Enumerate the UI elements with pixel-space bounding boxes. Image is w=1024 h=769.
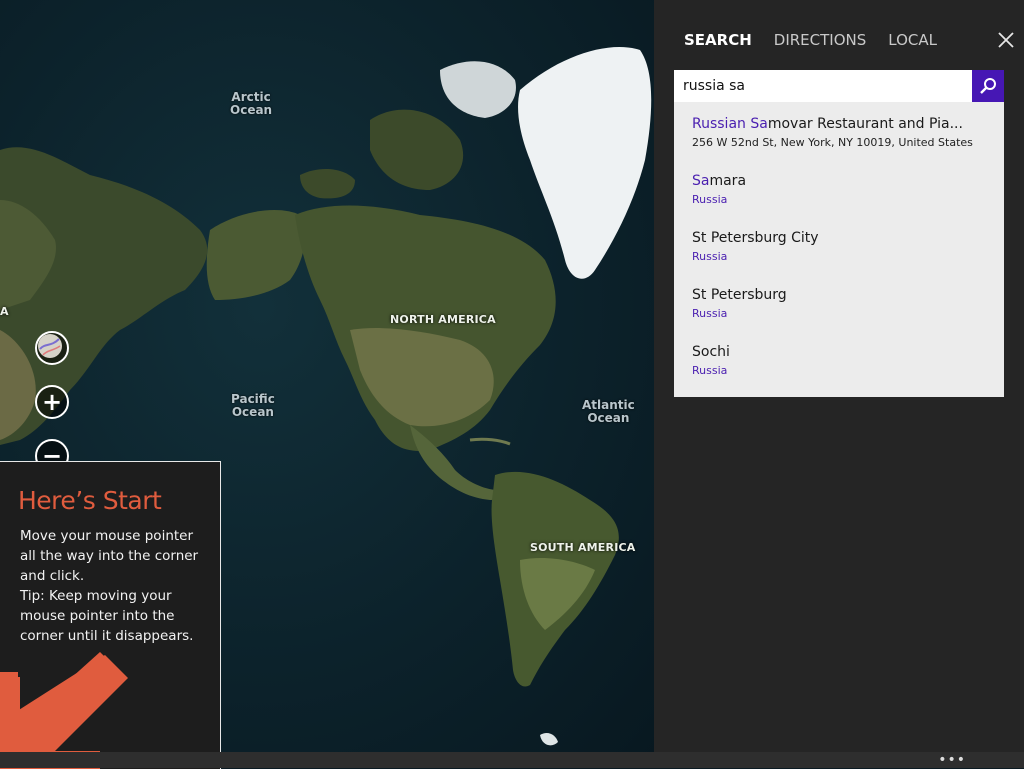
suggestion-address: 256 W 52nd St, New York, NY 10019, Unite… — [692, 136, 973, 149]
suggestion-name: Russian Samovar Restaurant and Pia... — [692, 116, 963, 132]
search-pane: SEARCH DIRECTIONS LOCAL Russian Samovar … — [654, 0, 1024, 752]
suggestion-country: Russia — [692, 307, 728, 320]
search-button[interactable] — [972, 70, 1004, 102]
suggestion-name: St Petersburg City — [692, 230, 819, 246]
app-bar — [0, 752, 1024, 768]
south-america-label: SOUTH AMERICA — [530, 541, 636, 554]
suggestion-item[interactable]: St Petersburg City Russia — [674, 224, 1004, 269]
suggestion-item[interactable]: Samara Russia — [674, 167, 1004, 212]
suggestion-country: Russia — [692, 250, 728, 263]
tab-search[interactable]: SEARCH — [684, 31, 752, 49]
arctic-ocean-label: Arctic Ocean — [230, 90, 273, 117]
pane-tabs: SEARCH DIRECTIONS LOCAL — [684, 31, 937, 49]
more-options-button[interactable]: ••• — [938, 753, 966, 767]
north-america-label: NORTH AMERICA — [390, 313, 496, 326]
tab-local[interactable]: LOCAL — [888, 31, 937, 49]
plus-icon: + — [41, 388, 63, 416]
suggestion-country: Russia — [692, 364, 728, 377]
tab-directions[interactable]: DIRECTIONS — [774, 31, 866, 49]
suggestion-country: Russia — [692, 193, 728, 206]
suggestion-name: Sochi — [692, 344, 730, 360]
suggestion-name: Samara — [692, 173, 747, 189]
suggestion-item[interactable]: Russian Samovar Restaurant and Pia... 25… — [674, 110, 1004, 155]
suggestion-item[interactable]: St Petersburg Russia — [674, 281, 1004, 326]
start-tip-body: Move your mouse pointer all the way into… — [20, 528, 199, 644]
atlantic-ocean-label: Atlantic Ocean — [582, 398, 635, 425]
search-icon — [980, 78, 996, 94]
search-box — [674, 70, 1004, 102]
map-style-icon — [38, 334, 62, 358]
search-suggestions: Russian Samovar Restaurant and Pia... 25… — [674, 102, 1004, 397]
suggestion-name: St Petersburg — [692, 287, 787, 303]
pacific-ocean-label: Pacific Ocean — [231, 392, 275, 419]
close-icon[interactable] — [996, 30, 1016, 50]
search-input[interactable] — [674, 70, 972, 102]
edge-continent-label: A — [0, 305, 9, 318]
start-tip-flyout: Here’s Start Move your mouse pointer all… — [0, 461, 221, 769]
zoom-in-button[interactable]: + — [35, 385, 69, 419]
map-style-button[interactable] — [35, 331, 69, 365]
suggestion-item[interactable]: Sochi Russia — [674, 338, 1004, 383]
start-tip-title: Here’s Start — [18, 486, 162, 515]
